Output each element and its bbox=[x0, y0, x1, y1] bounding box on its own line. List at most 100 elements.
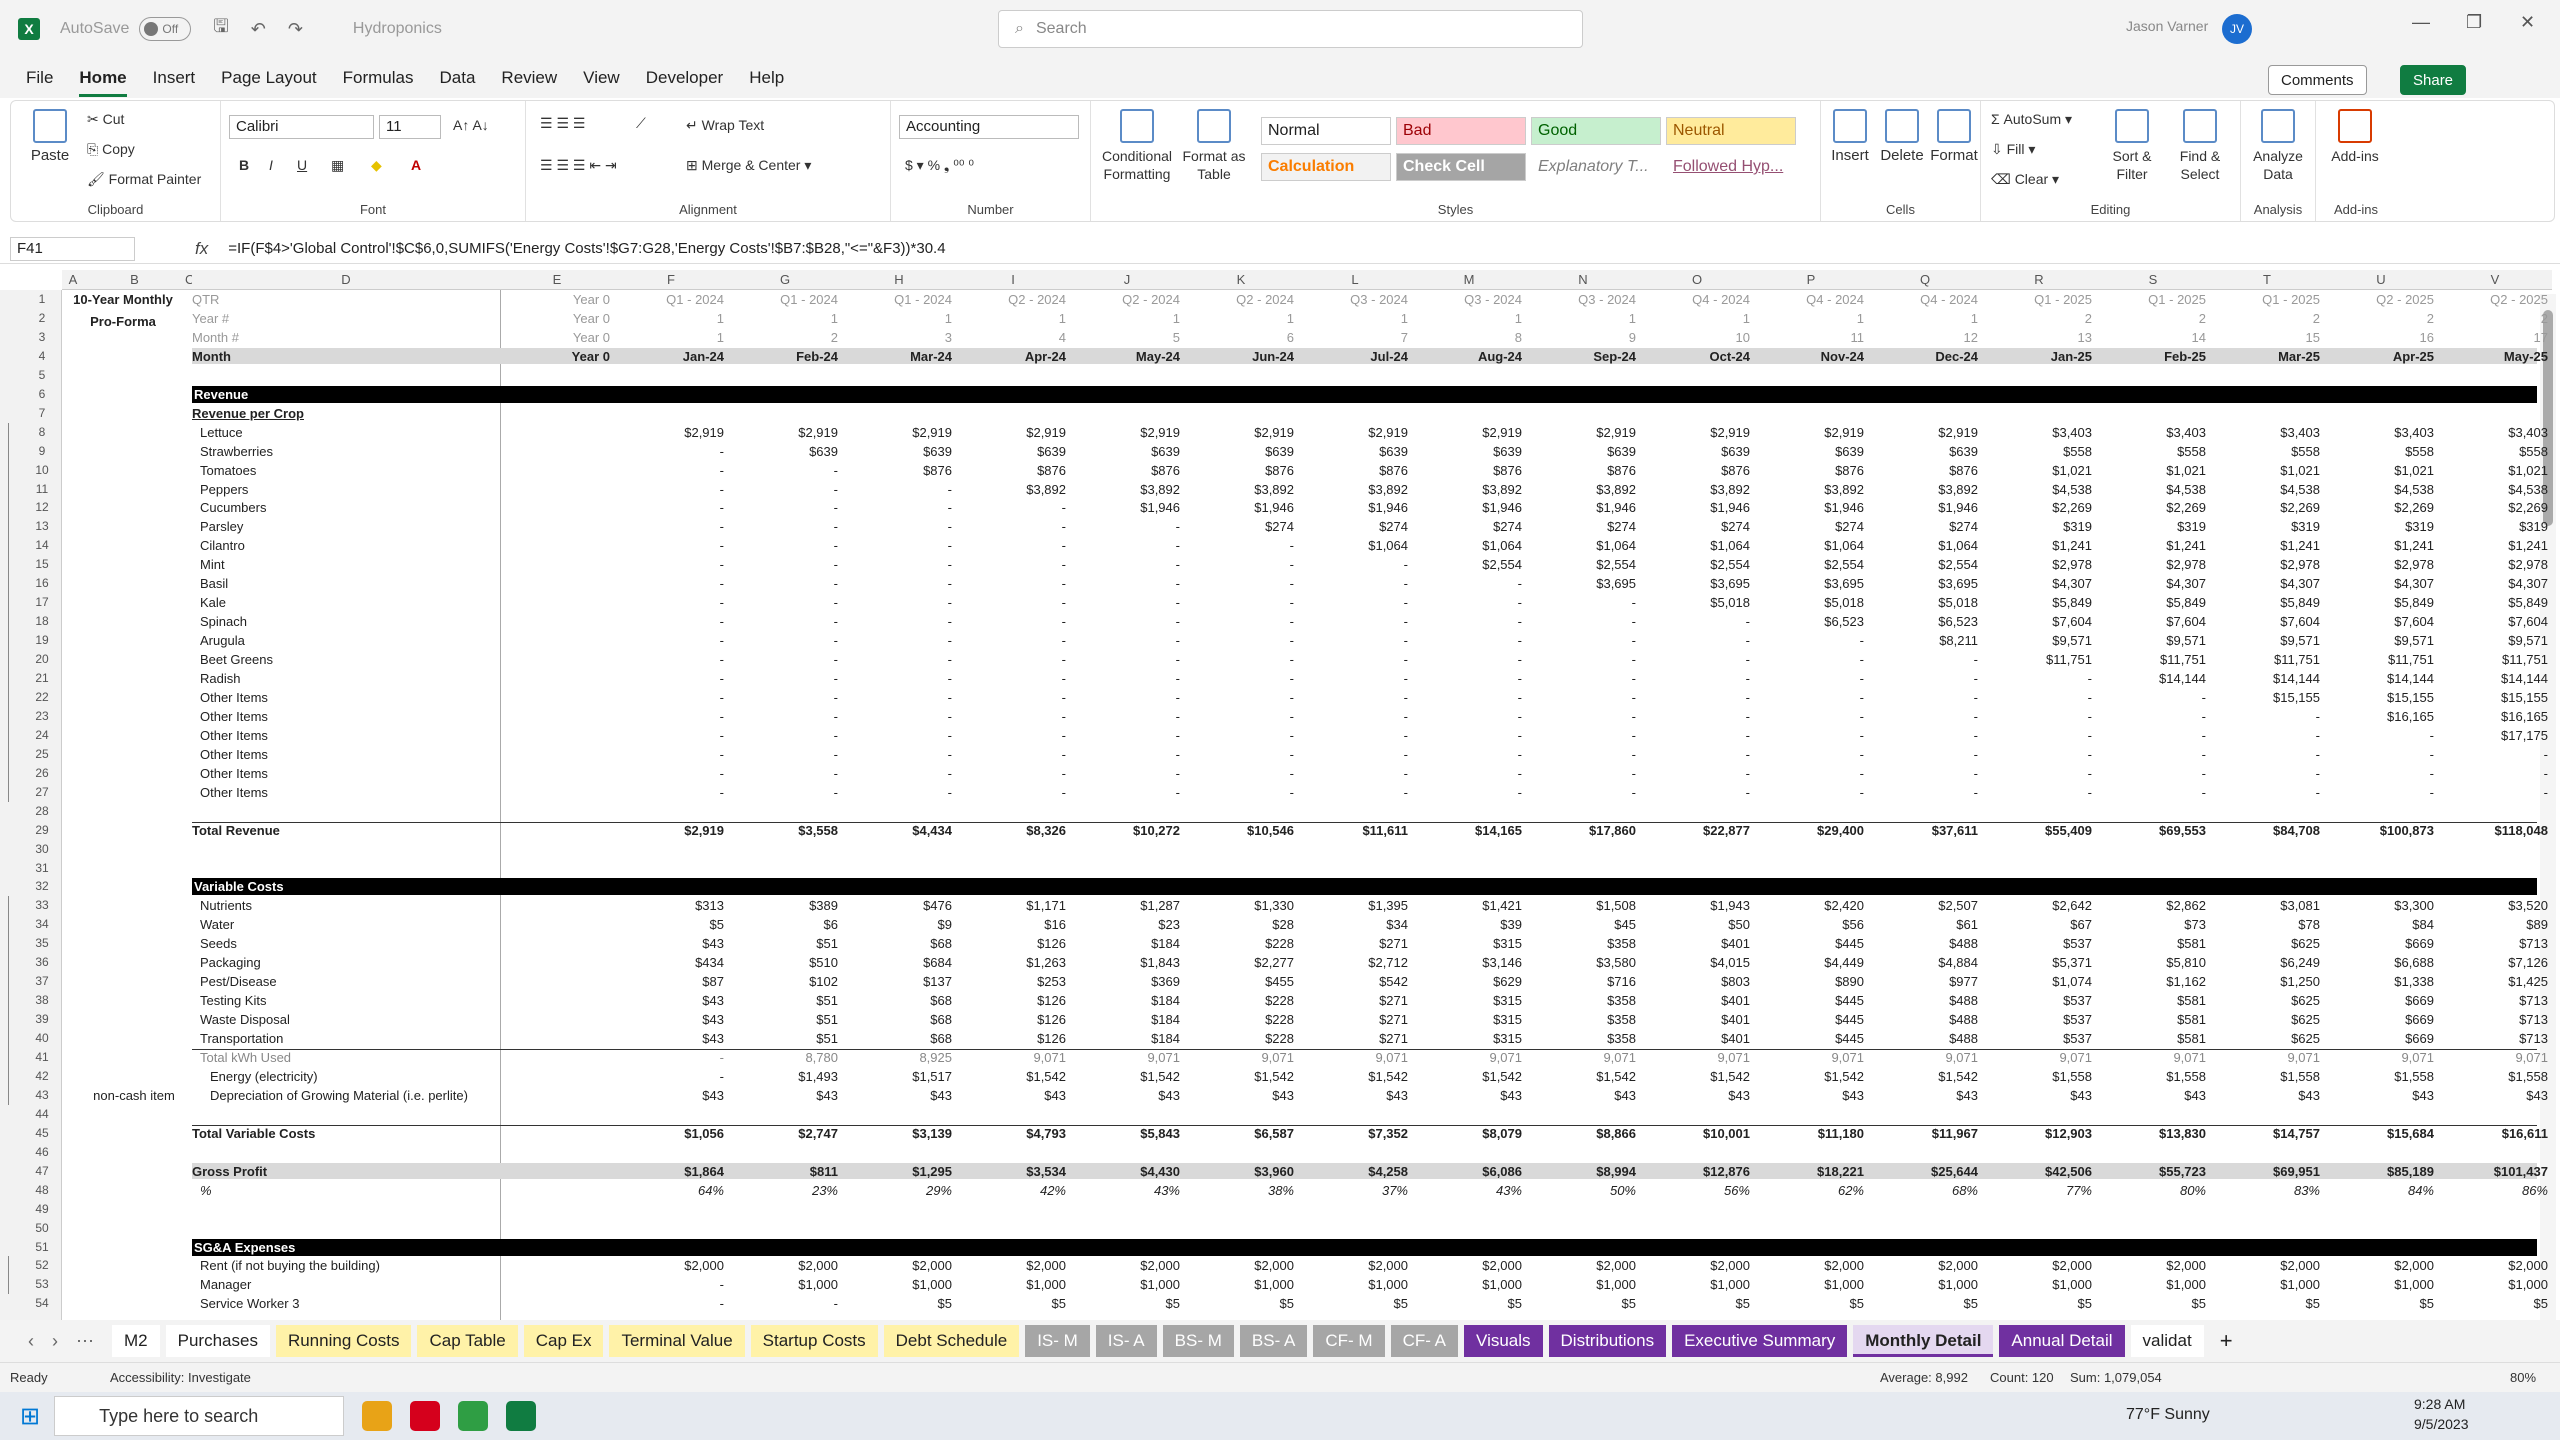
column-header-K[interactable]: K bbox=[1184, 270, 1298, 290]
row-header-13[interactable]: 13 bbox=[22, 519, 62, 533]
column-header-O[interactable]: O bbox=[1640, 270, 1754, 290]
sheet-tab-is-a[interactable]: IS- A bbox=[1095, 1325, 1157, 1357]
outline-group[interactable] bbox=[8, 1256, 12, 1295]
paste-button[interactable]: Paste bbox=[25, 109, 75, 165]
row-header-1[interactable]: 1 bbox=[22, 292, 62, 306]
row-header-7[interactable]: 7 bbox=[22, 406, 62, 420]
file-explorer-icon[interactable] bbox=[362, 1401, 393, 1431]
style-calculation[interactable]: Calculation bbox=[1261, 153, 1391, 181]
sheet-tab-terminal-value[interactable]: Terminal Value bbox=[609, 1325, 745, 1357]
style-bad[interactable]: Bad bbox=[1396, 117, 1526, 145]
bold-button[interactable]: B bbox=[239, 157, 249, 173]
row-header-24[interactable]: 24 bbox=[22, 728, 62, 742]
minimize-icon[interactable]: — bbox=[2412, 12, 2430, 33]
menu-view[interactable]: View bbox=[583, 68, 620, 88]
row-header-22[interactable]: 22 bbox=[22, 690, 62, 704]
row-header-45[interactable]: 45 bbox=[22, 1126, 62, 1140]
sort-filter-button[interactable]: Sort & Filter bbox=[2101, 109, 2163, 183]
orientation-icon[interactable]: ⟋ bbox=[636, 115, 646, 132]
spreadsheet-grid[interactable]: A B C D E F G H I J K L M N O P Q R S T U V 1 2 3 4 5 6 7 8 9 10 11 12 13 1… bbox=[0, 264, 2560, 1320]
italic-button[interactable]: I bbox=[269, 157, 273, 173]
row-header-46[interactable]: 46 bbox=[22, 1145, 62, 1159]
outline-group[interactable] bbox=[8, 896, 12, 1105]
sheet-tab-startup-costs[interactable]: Startup Costs bbox=[750, 1325, 878, 1357]
row-header-33[interactable]: 33 bbox=[22, 898, 62, 912]
comments-button[interactable]: Comments bbox=[2268, 65, 2367, 95]
row-header-52[interactable]: 52 bbox=[22, 1258, 62, 1272]
sheet-tab-executive-summary[interactable]: Executive Summary bbox=[1672, 1325, 1848, 1357]
row-header-12[interactable]: 12 bbox=[22, 500, 62, 514]
more-tabs-icon[interactable]: ⋯ bbox=[76, 1331, 94, 1352]
menu-home[interactable]: Home bbox=[79, 68, 127, 97]
currency-icon[interactable]: $ ▾ % ❟ ⁰⁰ ⁰ bbox=[905, 157, 974, 174]
search-input[interactable]: ⌕ Search bbox=[998, 10, 1583, 48]
sheet-tab-cap-ex[interactable]: Cap Ex bbox=[523, 1325, 604, 1357]
sheet-tab-cap-table[interactable]: Cap Table bbox=[417, 1325, 518, 1357]
row-header-20[interactable]: 20 bbox=[22, 652, 62, 666]
fx-icon[interactable]: fx bbox=[195, 239, 208, 259]
format-button[interactable]: Format bbox=[1929, 109, 1979, 165]
undo-icon[interactable]: ↶ bbox=[251, 19, 266, 40]
font-name-select[interactable]: Calibri bbox=[229, 115, 374, 139]
taskbar-search-input[interactable]: Type here to search bbox=[54, 1396, 345, 1436]
align-top-icon[interactable]: ☰ ☰ ☰ bbox=[540, 115, 585, 132]
sheet-tab-m2[interactable]: M2 bbox=[112, 1325, 160, 1357]
format-as-table-button[interactable]: Format as Table bbox=[1179, 109, 1249, 183]
close-icon[interactable]: ✕ bbox=[2520, 12, 2535, 33]
style-good[interactable]: Good bbox=[1531, 117, 1661, 145]
column-header-J[interactable]: J bbox=[1070, 270, 1184, 290]
sheet-tab-is-m[interactable]: IS- M bbox=[1025, 1325, 1090, 1357]
row-header-8[interactable]: 8 bbox=[22, 425, 62, 439]
column-header-D[interactable]: D bbox=[192, 270, 500, 290]
row-header-51[interactable]: 51 bbox=[22, 1240, 62, 1254]
row-header-10[interactable]: 10 bbox=[22, 463, 62, 477]
copy-button[interactable]: ⎘ Copy bbox=[87, 141, 135, 158]
wrap-text-button[interactable]: ↵ Wrap Text bbox=[686, 117, 764, 134]
column-header-A[interactable]: A bbox=[62, 270, 84, 290]
column-header-U[interactable]: U bbox=[2324, 270, 2438, 290]
sheet-tab-visuals[interactable]: Visuals bbox=[1464, 1325, 1543, 1357]
sheet-tab-annual-detail[interactable]: Annual Detail bbox=[1999, 1325, 2125, 1357]
align-left-icon[interactable]: ☰ ☰ ☰ ⇤ ⇥ bbox=[540, 157, 617, 174]
user-name[interactable]: Jason Varner bbox=[2126, 18, 2208, 34]
row-header-54[interactable]: 54 bbox=[22, 1296, 62, 1310]
sheet-tab-running-costs[interactable]: Running Costs bbox=[275, 1325, 412, 1357]
row-header-27[interactable]: 27 bbox=[22, 785, 62, 799]
redo-icon[interactable]: ↷ bbox=[288, 19, 303, 40]
chrome-icon[interactable] bbox=[458, 1401, 489, 1431]
row-header-16[interactable]: 16 bbox=[22, 576, 62, 590]
fill-button[interactable]: ⇩ Fill ▾ bbox=[1991, 141, 2035, 158]
column-header-M[interactable]: M bbox=[1412, 270, 1526, 290]
excel-taskbar-icon[interactable] bbox=[506, 1401, 537, 1431]
conditional-formatting-button[interactable]: Conditional Formatting bbox=[1097, 109, 1177, 183]
sheet-tab-cf-a[interactable]: CF- A bbox=[1390, 1325, 1459, 1357]
menu-file[interactable]: File bbox=[26, 68, 53, 88]
column-header-G[interactable]: G bbox=[728, 270, 842, 290]
font-color-icon[interactable]: A bbox=[411, 157, 421, 173]
menu-help[interactable]: Help bbox=[749, 68, 784, 88]
column-header-C[interactable]: C bbox=[185, 270, 194, 290]
menu-developer[interactable]: Developer bbox=[646, 68, 724, 88]
row-header-19[interactable]: 19 bbox=[22, 633, 62, 647]
row-header-47[interactable]: 47 bbox=[22, 1164, 62, 1178]
menu-insert[interactable]: Insert bbox=[153, 68, 196, 88]
row-header-50[interactable]: 50 bbox=[22, 1221, 62, 1235]
sheet-tab-bs-m[interactable]: BS- M bbox=[1162, 1325, 1234, 1357]
row-header-40[interactable]: 40 bbox=[22, 1031, 62, 1045]
avatar[interactable]: JV bbox=[2222, 14, 2252, 44]
row-header-11[interactable]: 11 bbox=[22, 482, 62, 496]
sheet-tab-debt-schedule[interactable]: Debt Schedule bbox=[883, 1325, 1020, 1357]
style-explanatory[interactable]: Explanatory T... bbox=[1531, 153, 1661, 181]
row-header-4[interactable]: 4 bbox=[22, 349, 62, 363]
tab-next-icon[interactable]: › bbox=[52, 1331, 58, 1352]
cut-button[interactable]: ✂ Cut bbox=[87, 111, 124, 128]
name-box[interactable]: F41 bbox=[10, 236, 135, 261]
row-header-38[interactable]: 38 bbox=[22, 993, 62, 1007]
number-format-select[interactable]: Accounting bbox=[899, 115, 1079, 139]
style-neutral[interactable]: Neutral bbox=[1666, 117, 1796, 145]
row-header-17[interactable]: 17 bbox=[22, 595, 62, 609]
row-header-3[interactable]: 3 bbox=[22, 330, 62, 344]
column-header-N[interactable]: N bbox=[1526, 270, 1640, 290]
add-ins-button[interactable]: Add-ins bbox=[2322, 109, 2388, 165]
row-header-6[interactable]: 6 bbox=[22, 387, 62, 401]
